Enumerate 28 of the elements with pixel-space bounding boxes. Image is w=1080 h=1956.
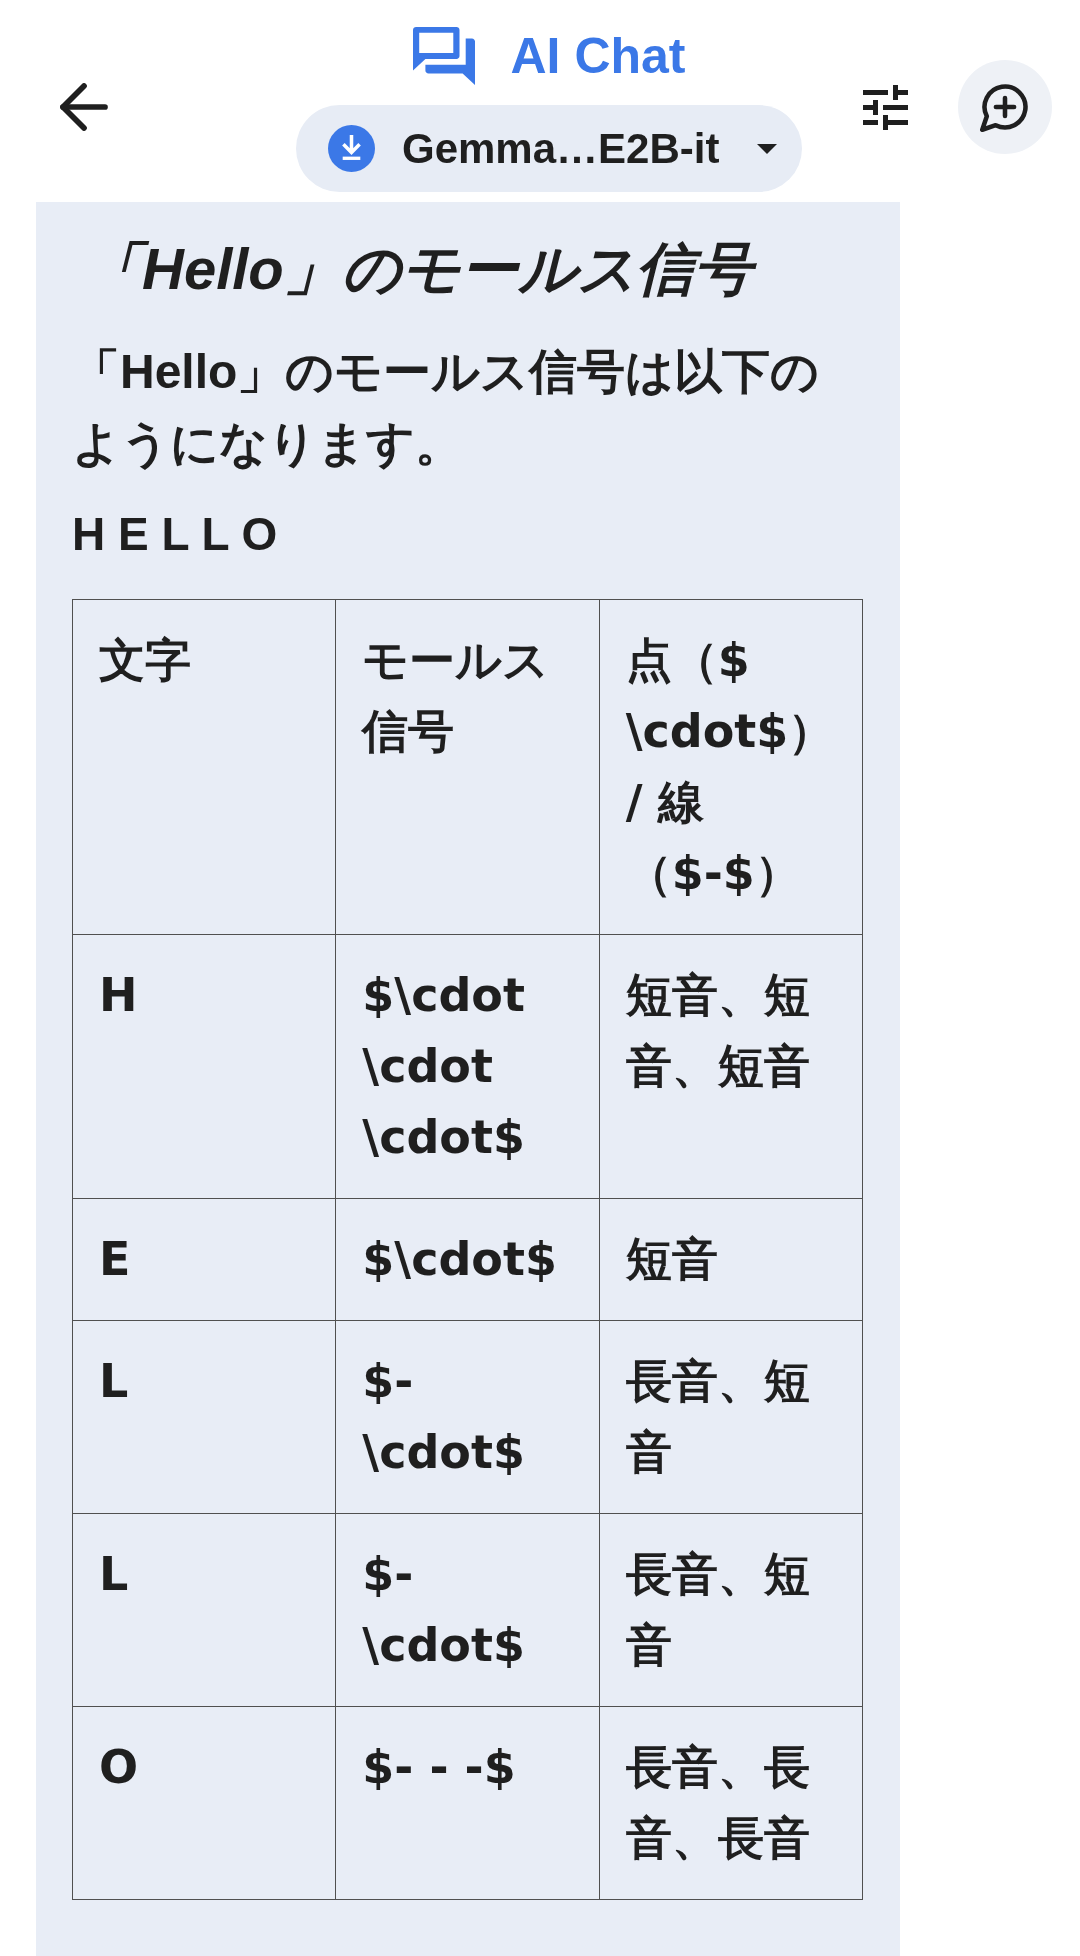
table-cell: 短音、短音、短音	[599, 934, 863, 1199]
message-heading: 「Hello」のモールス信号	[84, 234, 863, 304]
table-cell: O	[72, 1706, 336, 1900]
column-header: モールス信号	[335, 599, 600, 935]
table-cell: L	[72, 1320, 336, 1514]
table-cell: 長音、短音	[599, 1320, 863, 1514]
download-icon	[328, 125, 375, 172]
table-cell: $\cdot$	[335, 1198, 600, 1321]
caret-down-icon	[757, 143, 777, 154]
table-cell: 長音、長音、長音	[599, 1706, 863, 1900]
app-title: AI Chat	[510, 27, 686, 85]
table-cell: 長音、短音	[599, 1513, 863, 1707]
table-cell: H	[72, 934, 336, 1199]
table-cell: $\cdot \cdot \cdot$	[335, 934, 600, 1199]
table-cell: L	[72, 1513, 336, 1707]
chat-plus-icon	[980, 82, 1030, 132]
table-cell: $- \cdot$	[335, 1513, 600, 1707]
table-cell: $- - -$	[335, 1706, 600, 1900]
settings-sliders-icon[interactable]	[863, 84, 908, 130]
spaced-letters-text: H E L L O	[72, 507, 279, 562]
column-header: 点（$ \cdot$） / 線（$-$）	[599, 599, 863, 935]
table-cell: E	[72, 1198, 336, 1321]
chat-bubbles-icon	[412, 27, 475, 85]
table-cell: $- \cdot$	[335, 1320, 600, 1514]
column-header: 文字	[72, 599, 336, 935]
table-cell: 短音	[599, 1198, 863, 1321]
message-text: 「Hello」のモールス信号は以下のようになります。	[72, 344, 821, 472]
model-selector[interactable]: Gemma…E2B-it	[296, 105, 802, 192]
